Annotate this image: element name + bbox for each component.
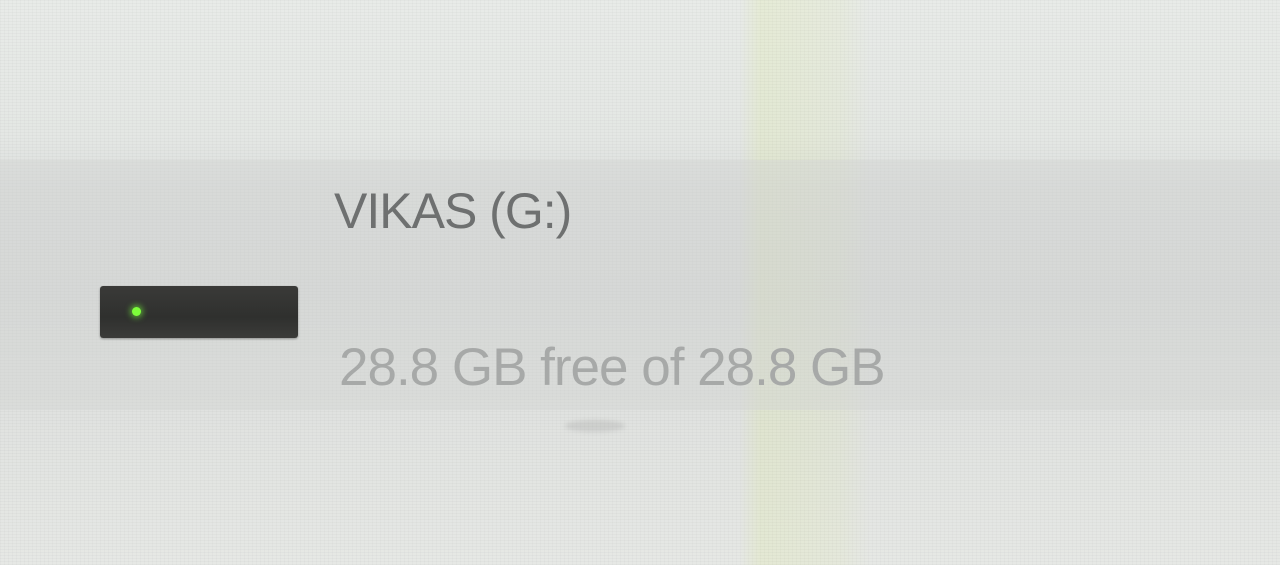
- drive-name-label: VIKAS (G:): [334, 183, 572, 239]
- drive-activity-led: [132, 307, 141, 316]
- screen-smudge: [565, 420, 625, 432]
- usb-drive-icon[interactable]: [100, 286, 298, 338]
- drive-capacity-text: 28.8 GB free of 28.8 GB: [339, 338, 886, 397]
